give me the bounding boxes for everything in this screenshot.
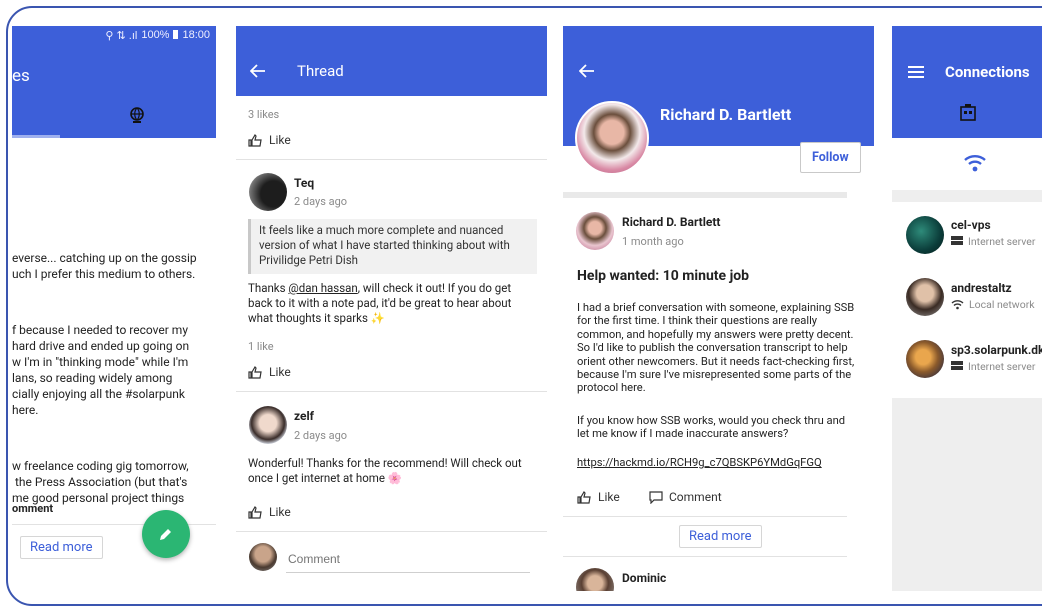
page-title: Connections: [945, 63, 1030, 81]
back-arrow-icon[interactable]: [579, 64, 595, 78]
comment-button[interactable]: Comment: [649, 490, 722, 504]
connection-name[interactable]: cel-vps: [951, 218, 991, 232]
post-author[interactable]: Dominic: [622, 571, 666, 585]
active-tab-indicator: [12, 135, 60, 138]
page-title: Thread: [297, 62, 344, 80]
comment-text: Thanks @dan hassan, will check it out! I…: [248, 281, 512, 325]
avatar[interactable]: [576, 212, 614, 250]
thumbs-up-icon: [248, 133, 262, 147]
server-icon: [951, 361, 963, 370]
follow-button[interactable]: Follow: [800, 142, 861, 173]
thumbs-up-icon: [248, 505, 262, 519]
comment-text: Wonderful! Thanks for the recommend! Wil…: [248, 456, 522, 485]
avatar[interactable]: [906, 340, 944, 378]
status-icons: ⚲ ⇅ .ıl: [105, 30, 138, 42]
thread-screen: Thread 3 likes Like Teq 2 days ago It fe…: [236, 26, 547, 591]
comment-author[interactable]: Teq: [294, 176, 314, 190]
feed-screen: ⚲ ⇅ .ıl 100% 18:00 es everse... catching…: [12, 26, 216, 591]
profile-avatar: [575, 101, 649, 175]
comment-icon: [649, 490, 663, 504]
like-button[interactable]: Like: [248, 133, 291, 147]
thumbs-up-icon: [577, 490, 591, 504]
compose-fab[interactable]: [142, 510, 190, 558]
comment-input[interactable]: [286, 546, 530, 573]
server-building-icon[interactable]: [959, 103, 977, 121]
app-bar: Thread: [236, 46, 547, 96]
status-bar: [563, 26, 874, 46]
quote-block: It feels like a much more complete and n…: [248, 219, 537, 274]
comment-time: 2 days ago: [294, 429, 348, 442]
connection-type: Internet server: [968, 235, 1036, 248]
wifi-icon[interactable]: [964, 154, 986, 172]
post-link[interactable]: https://hackmd.io/RCH9g_c7QBSKP6YMdGqFGQ: [577, 456, 822, 469]
likes-count: 3 likes: [248, 108, 280, 121]
showcase-frame: ⚲ ⇅ .ıl 100% 18:00 es everse... catching…: [6, 6, 1042, 606]
read-more-button[interactable]: Read more: [20, 536, 103, 559]
post-author[interactable]: Richard D. Bartlett: [622, 215, 720, 229]
like-button[interactable]: Like: [248, 365, 291, 379]
back-arrow-icon[interactable]: [250, 64, 266, 78]
thumbs-up-icon: [248, 365, 262, 379]
post-body-2: If you know how SSB works, would you che…: [577, 414, 846, 441]
connection-name[interactable]: sp3.solarpunk.dk: [951, 343, 1042, 357]
connections-screen: Connections cel-vps Internet server andr…: [892, 26, 1042, 591]
post-time: 1 month ago: [622, 235, 684, 248]
likes-count: 1 like: [248, 340, 274, 353]
avatar[interactable]: [249, 173, 287, 211]
my-avatar: [249, 543, 277, 571]
server-icon: [951, 236, 963, 245]
app-bar: es: [12, 46, 216, 138]
connection-type: Local network: [969, 298, 1035, 311]
comment-author[interactable]: zelf: [294, 409, 314, 423]
connection-list: cel-vps Internet server andrestaltz Loca…: [892, 202, 1042, 398]
tab-strip: [892, 138, 1042, 190]
pencil-icon: [160, 529, 171, 540]
connection-name[interactable]: andrestaltz: [951, 281, 1012, 295]
like-button[interactable]: Like: [248, 505, 291, 519]
menu-icon[interactable]: [908, 66, 924, 78]
app-bar: Connections: [892, 46, 1042, 138]
public-tab-globe-icon[interactable]: [128, 106, 146, 124]
status-bar: ⚲ ⇅ .ıl 100% 18:00: [12, 26, 216, 46]
status-bar: [236, 26, 547, 46]
avatar[interactable]: [906, 216, 944, 254]
status-bar: [892, 26, 1042, 46]
avatar[interactable]: [249, 406, 287, 444]
battery-level: 100%: [141, 29, 170, 41]
post-body: I had a brief conversation with someone,…: [577, 301, 855, 395]
mention-link[interactable]: @dan hassan: [288, 281, 357, 295]
connection-type: Internet server: [968, 360, 1036, 373]
section-divider: [563, 192, 847, 198]
battery-icon: [173, 30, 179, 39]
app-title: es: [12, 66, 30, 86]
post-title: Help wanted: 10 minute job: [577, 268, 749, 284]
profile-screen: Richard D. Bartlett Follow Richard D. Ba…: [563, 26, 874, 591]
comment-button[interactable]: omment: [12, 502, 53, 515]
clock: 18:00: [182, 29, 210, 41]
comment-time: 2 days ago: [294, 195, 348, 208]
wifi-icon: [951, 300, 964, 310]
avatar[interactable]: [906, 278, 944, 316]
profile-name: Richard D. Bartlett: [660, 105, 792, 124]
read-more-button[interactable]: Read more: [679, 525, 762, 548]
like-button[interactable]: Like: [577, 490, 620, 504]
post-body: everse... catching up on the gossip uch I…: [12, 251, 197, 505]
avatar[interactable]: [576, 568, 614, 591]
